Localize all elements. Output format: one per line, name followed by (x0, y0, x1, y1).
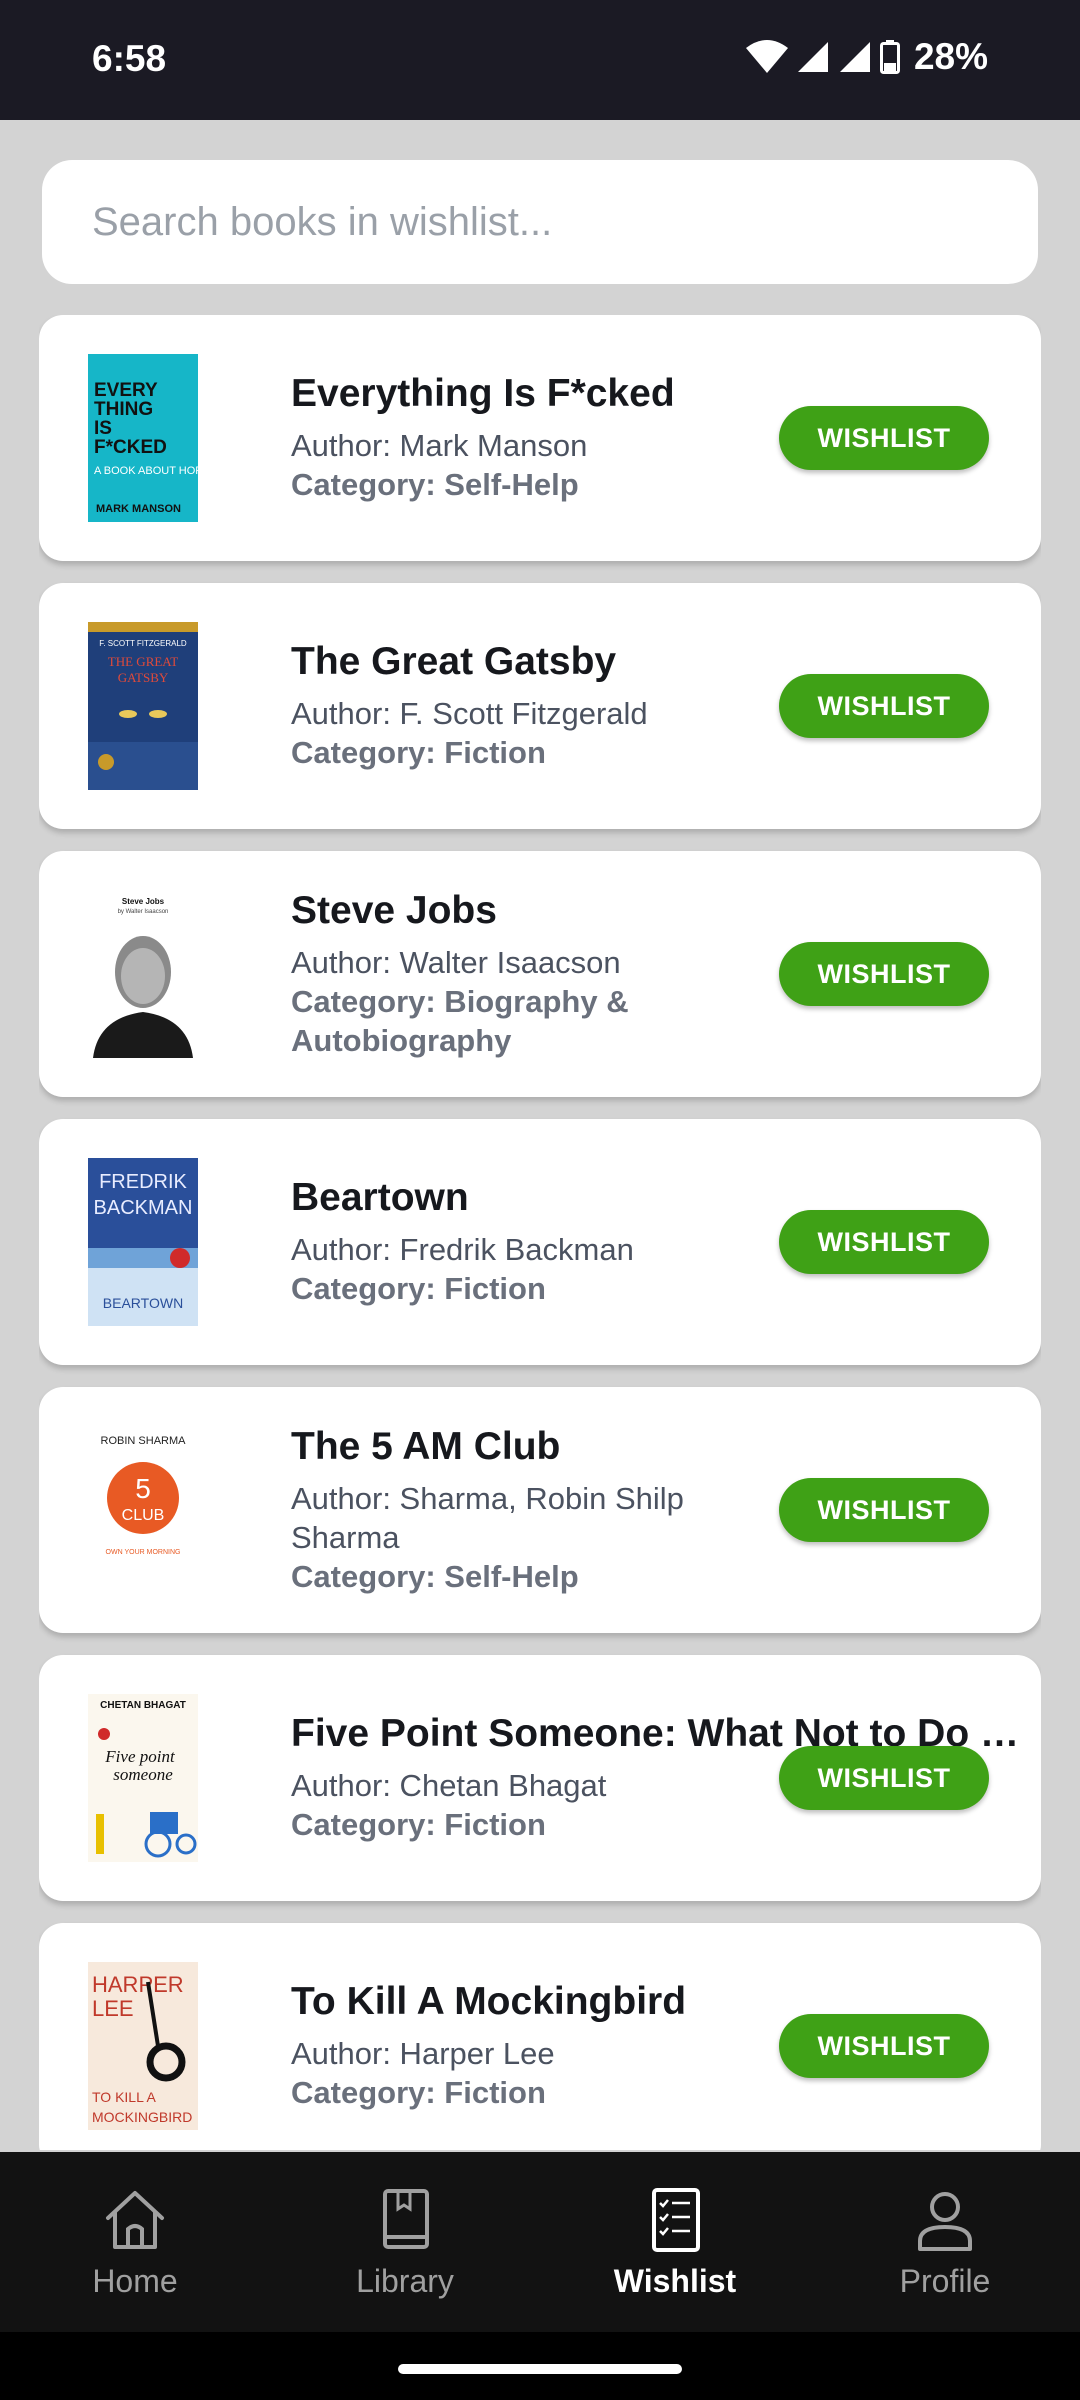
checklist-icon (652, 2187, 700, 2252)
book-author: Author: Sharma, Robin Shilp Sharma (291, 1480, 684, 1555)
book-cover: CHETAN BHAGAT Five point someone (88, 1694, 198, 1862)
person-icon (918, 2191, 972, 2251)
book-category: Category: Fiction (291, 1807, 546, 1842)
book-author: Author: Harper Lee (291, 2036, 555, 2071)
svg-text:IS: IS (94, 418, 112, 439)
svg-text:THE GREAT: THE GREAT (108, 654, 178, 669)
book-category: Category: Fiction (291, 2075, 546, 2110)
book-card[interactable]: CHETAN BHAGAT Five point someone Five Po… (39, 1655, 1041, 1901)
book-cover: ROBIN SHARMA 5 CLUB OWN YOUR MORNING (88, 1426, 198, 1594)
svg-text:THING: THING (94, 399, 153, 420)
svg-text:5: 5 (135, 1473, 151, 1504)
nav-library[interactable]: Library (270, 2152, 540, 2332)
svg-text:GATSBY: GATSBY (118, 670, 169, 685)
book-title: The 5 AM Club (291, 1424, 561, 1468)
svg-text:ROBIN SHARMA: ROBIN SHARMA (101, 1435, 187, 1447)
status-time: 6:58 (92, 38, 167, 79)
svg-text:CLUB: CLUB (122, 1507, 165, 1524)
svg-text:A BOOK ABOUT HOPE: A BOOK ABOUT HOPE (94, 465, 198, 477)
book-cover: EVERY THING IS F*CKED A BOOK ABOUT HOPE … (88, 354, 198, 522)
wishlist-button[interactable]: WISHLIST (779, 942, 989, 1006)
book-card[interactable]: EVERY THING IS F*CKED A BOOK ABOUT HOPE … (39, 315, 1041, 561)
nav-home-label: Home (92, 2262, 178, 2299)
svg-text:someone: someone (113, 1765, 173, 1784)
book-card[interactable]: FREDRIK BACKMAN BEARTOWN Beartown Author… (39, 1119, 1041, 1365)
svg-text:FREDRIK: FREDRIK (99, 1171, 187, 1193)
status-icons: 28% (745, 36, 988, 78)
svg-text:Steve Jobs: Steve Jobs (122, 897, 165, 906)
svg-text:MOCKINGBIRD: MOCKINGBIRD (92, 2109, 192, 2125)
svg-text:LEE: LEE (92, 1996, 134, 2021)
wishlist-list[interactable]: EVERY THING IS F*CKED A BOOK ABOUT HOPE … (39, 315, 1041, 2150)
wishlist-button[interactable]: WISHLIST (779, 1746, 989, 1810)
nav-profile[interactable]: Profile (810, 2152, 1080, 2332)
svg-text:OWN YOUR MORNING: OWN YOUR MORNING (106, 1549, 181, 1556)
svg-text:MARK MANSON: MARK MANSON (96, 503, 181, 515)
bottom-navigation: Home Library Wishlist Profile (0, 2152, 1080, 2332)
search-placeholder: Search books in wishlist... (92, 199, 553, 244)
book-title: Steve Jobs (291, 888, 497, 932)
book-card[interactable]: F. SCOTT FITZGERALD THE GREAT GATSBY The… (39, 583, 1041, 829)
svg-text:TO KILL A: TO KILL A (92, 2089, 156, 2105)
wishlist-button[interactable]: WISHLIST (779, 674, 989, 738)
book-author: Author: Mark Manson (291, 428, 588, 463)
svg-text:BACKMAN: BACKMAN (94, 1197, 193, 1219)
svg-text:CHETAN BHAGAT: CHETAN BHAGAT (100, 1700, 186, 1711)
svg-text:Five point: Five point (104, 1747, 176, 1766)
book-cover: FREDRIK BACKMAN BEARTOWN (88, 1158, 198, 1326)
wifi-icon (745, 40, 788, 73)
book-category: Category: Fiction (291, 735, 546, 770)
signal-icon (797, 42, 828, 72)
svg-text:F. SCOTT FITZGERALD: F. SCOTT FITZGERALD (99, 639, 187, 648)
book-icon (383, 2188, 429, 2249)
nav-wishlist-label: Wishlist (613, 2262, 737, 2299)
book-cover: F. SCOTT FITZGERALD THE GREAT GATSBY (88, 622, 198, 790)
home-icon (106, 2190, 164, 2249)
book-card[interactable]: Steve Jobs by Walter Isaacson Steve Jobs… (39, 851, 1041, 1097)
svg-text:F*CKED: F*CKED (94, 437, 167, 458)
search-input[interactable]: Search books in wishlist... (42, 160, 1038, 284)
nav-wishlist[interactable]: Wishlist (540, 2152, 810, 2332)
battery-percent: 28% (913, 36, 988, 77)
battery-icon (879, 40, 900, 74)
book-category: Category: Biography & Autobiography (291, 983, 629, 1058)
book-cover: HARPER LEE TO KILL A MOCKINGBIRD (88, 1962, 198, 2130)
nav-library-label: Library (356, 2262, 454, 2299)
svg-text:HARPER: HARPER (92, 1972, 184, 1997)
wishlist-button[interactable]: WISHLIST (779, 1210, 989, 1274)
nav-home[interactable]: Home (0, 2152, 270, 2332)
book-cover: Steve Jobs by Walter Isaacson (88, 890, 198, 1058)
svg-text:EVERY: EVERY (94, 380, 158, 401)
book-card[interactable]: HARPER LEE TO KILL A MOCKINGBIRD To Kill… (39, 1923, 1041, 2150)
book-author: Author: Walter Isaacson (291, 944, 621, 980)
book-category: Category: Self-Help (291, 467, 579, 502)
signal-icon-2 (839, 42, 870, 72)
wishlist-button[interactable]: WISHLIST (779, 2014, 989, 2078)
nav-profile-label: Profile (899, 2262, 991, 2299)
book-card[interactable]: ROBIN SHARMA 5 CLUB OWN YOUR MORNING The… (39, 1387, 1041, 1633)
wishlist-button[interactable]: WISHLIST (779, 406, 989, 470)
book-category: Category: Self-Help (291, 1558, 579, 1594)
wishlist-button[interactable]: WISHLIST (779, 1478, 989, 1542)
book-author: Author: Chetan Bhagat (291, 1768, 607, 1803)
book-author: Author: F. Scott Fitzgerald (291, 696, 648, 731)
book-category: Category: Fiction (291, 1271, 546, 1306)
svg-text:by Walter Isaacson: by Walter Isaacson (118, 909, 169, 915)
home-gesture-bar[interactable] (398, 2364, 682, 2374)
book-author: Author: Fredrik Backman (291, 1232, 634, 1267)
svg-text:BEARTOWN: BEARTOWN (103, 1295, 183, 1311)
status-bar: 6:58 28% (0, 0, 1080, 120)
